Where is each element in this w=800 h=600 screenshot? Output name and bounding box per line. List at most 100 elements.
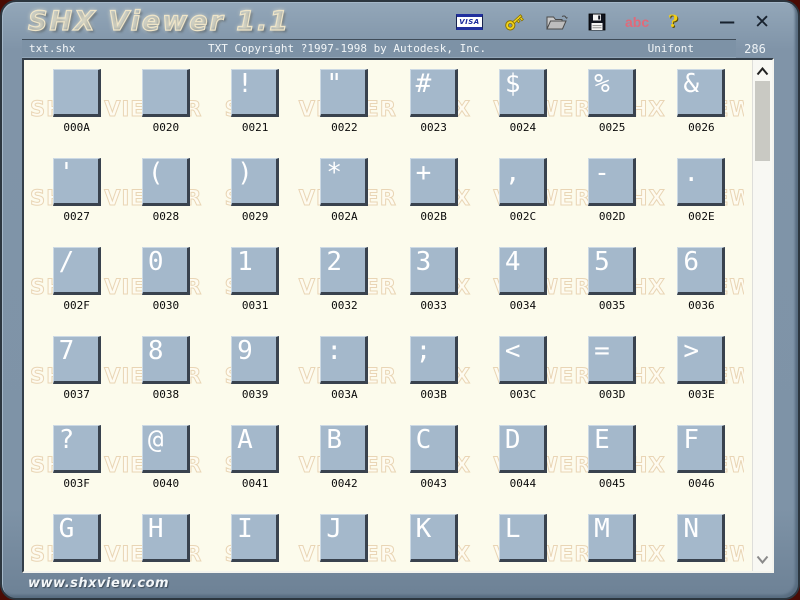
glyph-tile[interactable]: < <box>499 336 547 384</box>
glyph-tile[interactable]: K <box>410 514 458 562</box>
visa-card-icon: VISA <box>456 14 483 30</box>
glyph-code: 003F <box>63 478 90 489</box>
chevron-down-icon <box>756 555 769 564</box>
glyph-tile[interactable]: * <box>320 158 368 206</box>
register-button[interactable]: VISA <box>456 14 483 30</box>
glyph-tile[interactable] <box>142 69 190 117</box>
glyph-tile[interactable]: @ <box>142 425 190 473</box>
glyph-tile[interactable]: > <box>677 336 725 384</box>
scroll-up-button[interactable] <box>753 63 772 79</box>
font-copyright-info: TXT Copyright ?1997-1998 by Autodesk, In… <box>208 42 648 55</box>
glyph-tile[interactable]: $ <box>499 69 547 117</box>
glyph-tile[interactable]: 6 <box>677 247 725 295</box>
glyph-cell: 000A <box>32 69 121 158</box>
glyph-char: C <box>416 424 432 457</box>
save-button[interactable] <box>588 13 606 31</box>
close-button[interactable]: ✕ <box>754 13 770 32</box>
glyph-tile[interactable]: D <box>499 425 547 473</box>
glyph-tile[interactable]: ( <box>142 158 190 206</box>
glyph-tile[interactable]: + <box>410 158 458 206</box>
glyph-code: 002A <box>331 211 358 222</box>
glyph-tile[interactable]: I <box>231 514 279 562</box>
glyph-tile[interactable]: . <box>677 158 725 206</box>
glyph-tile[interactable]: ? <box>53 425 101 473</box>
glyph-char: . <box>683 157 699 190</box>
glyph-cell: @0040 <box>121 425 210 514</box>
glyph-char: H <box>148 513 164 546</box>
vertical-scrollbar[interactable] <box>752 60 772 571</box>
glyph-code: 0037 <box>63 389 90 400</box>
glyph-cell: B0042 <box>300 425 389 514</box>
glyph-tile[interactable] <box>53 69 101 117</box>
glyph-char: ! <box>237 69 253 101</box>
glyph-char: * <box>326 157 342 190</box>
glyph-tile[interactable]: = <box>588 336 636 384</box>
glyph-char: > <box>683 335 699 368</box>
glyph-tile[interactable]: ! <box>231 69 279 117</box>
minimize-button[interactable]: — <box>719 14 735 30</box>
help-button[interactable]: ? <box>668 14 678 31</box>
glyph-cell: !0021 <box>211 69 300 158</box>
glyph-char: : <box>326 335 342 368</box>
glyph-cell: :003A <box>300 336 389 425</box>
status-bar: txt.shx TXT Copyright ?1997-1998 by Auto… <box>22 39 736 58</box>
glyph-tile[interactable]: : <box>320 336 368 384</box>
glyph-char: ( <box>148 157 164 190</box>
glyph-cell: H <box>121 514 210 571</box>
glyph-char: $ <box>505 69 521 101</box>
glyph-cell: &0026 <box>657 69 746 158</box>
glyph-code: 0045 <box>599 478 626 489</box>
glyph-tile[interactable]: & <box>677 69 725 117</box>
glyph-cell: 50035 <box>568 247 657 336</box>
abc-sample-button[interactable]: abc <box>625 15 649 29</box>
glyph-tile[interactable]: ) <box>231 158 279 206</box>
glyph-tile[interactable]: 9 <box>231 336 279 384</box>
glyph-code: 0027 <box>63 211 90 222</box>
glyph-cell: +002B <box>389 158 478 247</box>
glyph-tile[interactable]: % <box>588 69 636 117</box>
scroll-down-button[interactable] <box>753 551 772 567</box>
glyph-tile[interactable]: ' <box>53 158 101 206</box>
glyph-cell: /002F <box>32 247 121 336</box>
open-file-button[interactable] <box>545 12 569 32</box>
glyph-char: F <box>683 424 699 457</box>
glyph-tile[interactable]: 0 <box>142 247 190 295</box>
glyph-code: 0028 <box>153 211 180 222</box>
glyph-cell: E 0045 <box>568 425 657 514</box>
glyph-cell: 20032 <box>300 247 389 336</box>
glyph-tile[interactable]: / <box>53 247 101 295</box>
glyph-tile[interactable]: 5 <box>588 247 636 295</box>
glyph-tile[interactable]: 3 <box>410 247 458 295</box>
glyph-tile[interactable]: L <box>499 514 547 562</box>
glyph-tile[interactable]: 2 <box>320 247 368 295</box>
glyph-tile[interactable]: F <box>677 425 725 473</box>
glyph-tile[interactable]: 4 <box>499 247 547 295</box>
glyph-char: E <box>594 424 610 457</box>
glyph-tile[interactable]: ; <box>410 336 458 384</box>
license-key-button[interactable] <box>502 11 526 33</box>
glyph-cell: =003D <box>568 336 657 425</box>
glyph-tile[interactable]: 1 <box>231 247 279 295</box>
website-link[interactable]: www.shxview.com <box>28 576 169 591</box>
glyph-tile[interactable]: M <box>588 514 636 562</box>
key-icon <box>502 11 526 33</box>
glyph-tile[interactable]: # <box>410 69 458 117</box>
glyph-tile[interactable]: 8 <box>142 336 190 384</box>
font-name-label: Unifont <box>648 42 694 55</box>
glyph-tile[interactable]: E <box>588 425 636 473</box>
glyph-tile[interactable]: G <box>53 514 101 562</box>
glyph-cell: ,002C <box>478 158 567 247</box>
glyph-tile[interactable]: C <box>410 425 458 473</box>
glyph-tile[interactable]: J <box>320 514 368 562</box>
glyph-tile[interactable]: N <box>677 514 725 562</box>
glyph-tile[interactable]: A <box>231 425 279 473</box>
glyph-code: 0029 <box>242 211 269 222</box>
glyph-tile[interactable]: " <box>320 69 368 117</box>
glyph-tile[interactable]: - <box>588 158 636 206</box>
glyph-tile[interactable]: , <box>499 158 547 206</box>
scrollbar-thumb[interactable] <box>755 81 770 161</box>
glyph-char: 5 <box>594 246 610 279</box>
glyph-tile[interactable]: H <box>142 514 190 562</box>
glyph-tile[interactable]: 7 <box>53 336 101 384</box>
glyph-tile[interactable]: B <box>320 425 368 473</box>
